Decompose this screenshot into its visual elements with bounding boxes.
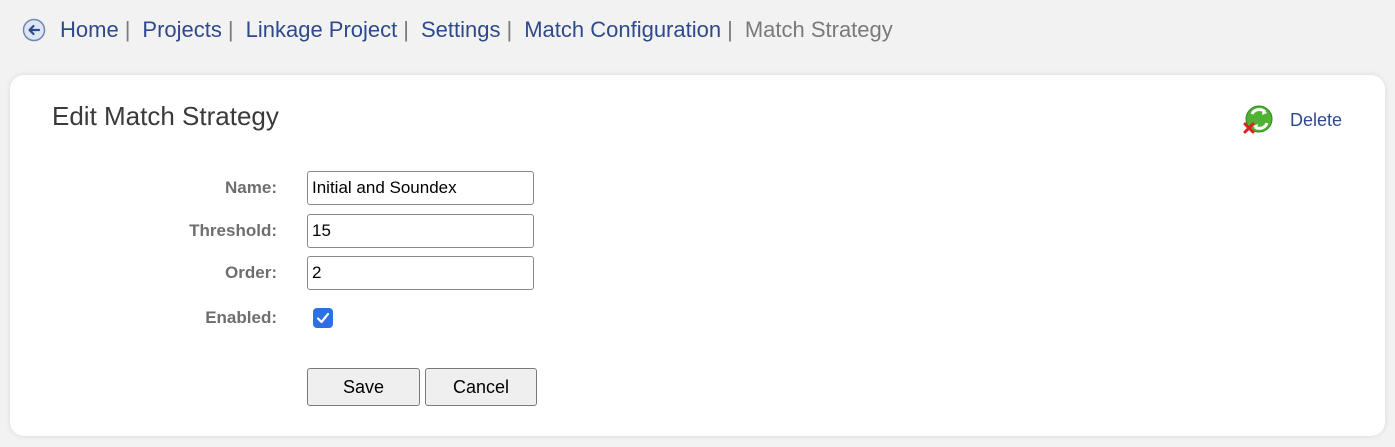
cancel-button[interactable]: Cancel	[425, 368, 537, 406]
page-title: Edit Match Strategy	[52, 101, 279, 131]
delete-action[interactable]: Delete	[1241, 103, 1342, 137]
breadcrumb-separator: |	[403, 17, 409, 42]
name-row: Name:	[10, 170, 534, 206]
enabled-label: Enabled:	[205, 308, 277, 327]
order-input[interactable]	[307, 256, 534, 290]
order-label: Order:	[225, 263, 277, 282]
edit-panel: Edit Match Strategy Delete Name: Thresho…	[10, 75, 1385, 436]
breadcrumb: Home | Projects | Linkage Project | Sett…	[22, 14, 893, 46]
breadcrumb-linkage-project-link[interactable]: Linkage Project	[246, 17, 398, 43]
breadcrumb-separator: |	[727, 17, 733, 42]
breadcrumb-separator: |	[227, 17, 234, 42]
enabled-checkbox[interactable]	[313, 308, 333, 328]
name-input[interactable]	[307, 171, 534, 205]
breadcrumb-projects-link[interactable]: Projects	[142, 17, 221, 43]
breadcrumb-separator: |	[506, 17, 513, 42]
breadcrumb-match-configuration-link[interactable]: Match Configuration	[524, 17, 721, 43]
enabled-row: Enabled:	[10, 300, 333, 336]
breadcrumb-home-link[interactable]: Home	[60, 17, 119, 43]
delete-recycle-icon[interactable]	[1241, 103, 1275, 137]
threshold-input[interactable]	[307, 214, 534, 248]
threshold-label: Threshold:	[189, 221, 277, 240]
breadcrumb-current: Match Strategy	[744, 17, 893, 42]
checkmark-icon	[316, 312, 330, 324]
name-label: Name:	[225, 178, 277, 197]
save-button[interactable]: Save	[307, 368, 420, 406]
back-arrow-icon[interactable]	[22, 18, 46, 42]
breadcrumb-separator: |	[124, 17, 131, 42]
breadcrumb-settings-link[interactable]: Settings	[421, 17, 501, 43]
delete-link[interactable]: Delete	[1290, 110, 1342, 131]
threshold-row: Threshold:	[10, 213, 534, 249]
order-row: Order:	[10, 255, 534, 291]
